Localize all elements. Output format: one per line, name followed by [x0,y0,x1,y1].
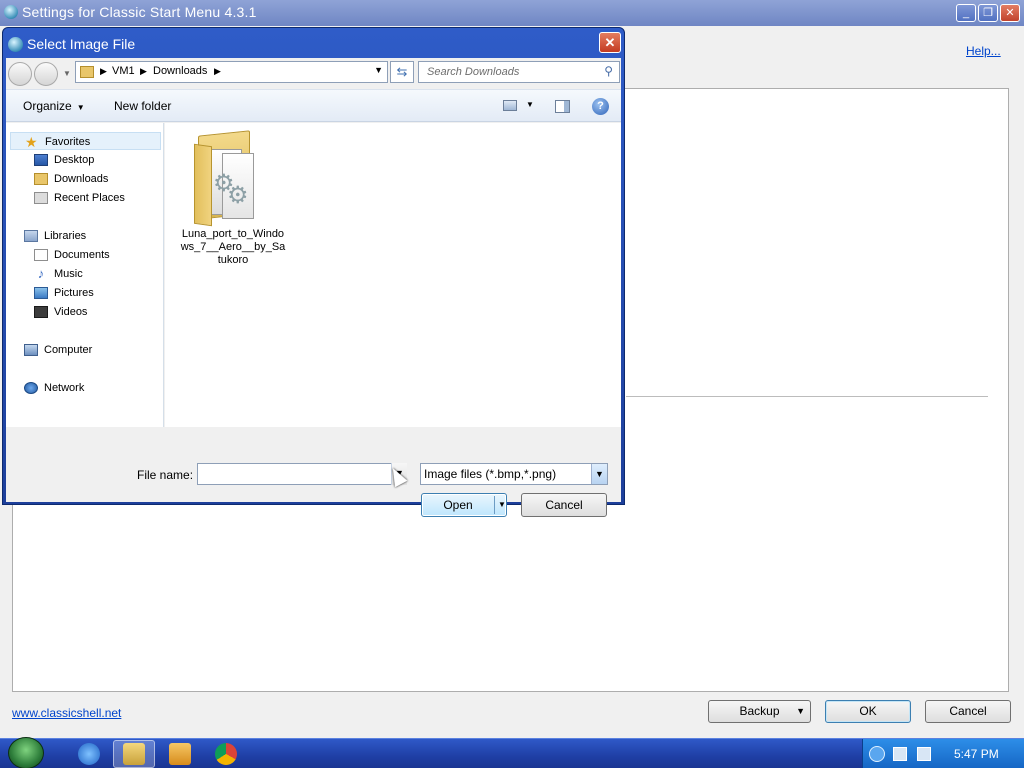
organize-button[interactable]: Organize ▼ [23,99,85,113]
minimize-button[interactable]: _ [956,4,976,22]
system-tray [862,739,1024,768]
website-link[interactable]: www.classicshell.net [12,706,121,720]
organize-label: Organize [23,99,72,113]
app-title: Settings for Classic Start Menu 4.3.1 [22,4,257,20]
breadcrumb-downloads[interactable]: Downloads [153,65,207,77]
action-center-icon[interactable] [893,747,907,761]
chevron-down-icon: ▼ [76,103,85,112]
chevron-right-icon[interactable]: ▶ [214,66,221,77]
chrome-icon[interactable] [215,743,237,765]
split-divider [494,496,495,514]
app-cancel-button[interactable]: Cancel [925,700,1011,723]
folder-icon [80,66,94,78]
file-type-value: Image files (*.bmp,*.png) [424,467,557,481]
file-name-input[interactable] [197,463,407,485]
start-button[interactable] [8,737,44,768]
back-button[interactable] [8,62,32,86]
nav-downloads-label: Downloads [54,173,109,185]
ok-button[interactable]: OK [825,700,911,723]
nav-desktop-label: Desktop [54,154,95,166]
help-icon[interactable]: ? [592,98,609,115]
address-dropdown-icon[interactable]: ▼ [374,65,383,75]
file-name-label: File name: [137,468,194,482]
network-icon [24,382,38,394]
select-image-dialog: Select Image File ✕ ▼ ▶ VM1 ▶ Downloads … [2,27,625,517]
navigation-pane[interactable]: ★ Favorites Desktop Downloads Recent Pla… [6,123,164,427]
dialog-content: ▼ ▶ VM1 ▶ Downloads ▶ ▼ ⇆ Search Downloa… [6,58,621,517]
divider [626,396,988,397]
nav-libraries-label: Libraries [44,230,87,242]
classic-shell-icon [4,5,18,19]
dialog-close-button[interactable]: ✕ [599,32,621,53]
file-item-name: Luna_port_to_Windows_7__Aero__by_Satukor… [180,228,286,266]
nav-favorites-label: Favorites [45,136,91,148]
file-type-select[interactable]: Image files (*.bmp,*.png) ▼ [420,463,608,485]
internet-explorer-icon[interactable] [78,743,100,765]
dialog-icon [8,37,23,52]
show-hidden-icons-icon[interactable] [869,746,885,762]
volume-muted-icon[interactable] [917,747,931,761]
backup-dropdown-icon: ▼ [796,706,805,716]
documents-icon [34,249,48,261]
dialog-title: Select Image File [27,36,136,52]
cancel-button[interactable]: Cancel [521,493,607,517]
open-dropdown-icon[interactable]: ▼ [498,500,506,509]
media-player-icon[interactable] [169,743,191,765]
star-icon: ★ [25,134,38,150]
nav-videos-label: Videos [54,306,88,318]
gear-icon: ⚙ [227,182,249,209]
clock[interactable]: 5:47 PM [954,747,999,761]
preview-pane-icon[interactable] [555,100,570,113]
libraries-icon [24,230,38,242]
file-list[interactable]: ⚙ ⚙ Luna_port_to_Windows_7__Aero__by_Sat… [165,123,621,427]
open-button[interactable]: Open ▼ [421,493,507,517]
nav-favorites[interactable]: ★ Favorites [10,132,161,150]
recent-places-icon [34,192,48,204]
backup-label: Backup [739,704,780,718]
desktop-icon [34,154,48,166]
new-folder-button[interactable]: New folder [114,99,171,113]
nav-computer-label: Computer [44,344,93,356]
nav-pictures-label: Pictures [54,287,94,299]
downloads-folder-icon [34,173,48,185]
breadcrumb-vm1[interactable]: VM1 [112,65,135,77]
nav-documents-label: Documents [54,249,110,261]
help-link[interactable]: Help... [966,44,1001,58]
app-close-button[interactable]: ✕ [1000,4,1020,22]
folder-flap [194,143,212,227]
computer-icon [24,344,38,356]
search-input[interactable]: Search Downloads ⚲ [418,61,620,83]
address-bar[interactable]: ▶ VM1 ▶ Downloads ▶ ▼ [75,61,388,83]
search-placeholder: Search Downloads [427,66,520,78]
file-item-folder[interactable]: ⚙ ⚙ Luna_port_to_Windows_7__Aero__by_Sat… [180,130,286,271]
pictures-icon [34,287,48,299]
chevron-right-icon[interactable]: ▶ [100,66,107,77]
refresh-button[interactable]: ⇆ [390,61,414,83]
backup-button[interactable]: Backup ▼ [708,700,811,723]
change-view-icon[interactable] [503,100,517,111]
chevron-right-icon[interactable]: ▶ [140,66,147,77]
restore-button[interactable]: ❐ [978,4,998,22]
nav-network-label: Network [44,382,85,394]
music-icon: ♪ [37,266,45,281]
taskbar: 5:47 PM [0,737,1024,768]
videos-icon [34,306,48,318]
chevron-down-icon[interactable]: ▼ [591,464,607,484]
view-dropdown-icon[interactable]: ▼ [526,100,534,109]
recent-locations-icon[interactable]: ▼ [63,69,71,78]
nav-music-label: Music [54,268,83,280]
forward-button[interactable] [34,62,58,86]
app-titlebar: Settings for Classic Start Menu 4.3.1 _ … [0,0,1024,26]
open-label: Open [443,498,473,512]
search-icon[interactable]: ⚲ [604,64,613,78]
command-toolbar: Organize ▼ New folder ▼ ? [6,89,621,122]
nav-recent-places-label: Recent Places [54,192,125,204]
explorer-icon[interactable] [123,743,145,765]
